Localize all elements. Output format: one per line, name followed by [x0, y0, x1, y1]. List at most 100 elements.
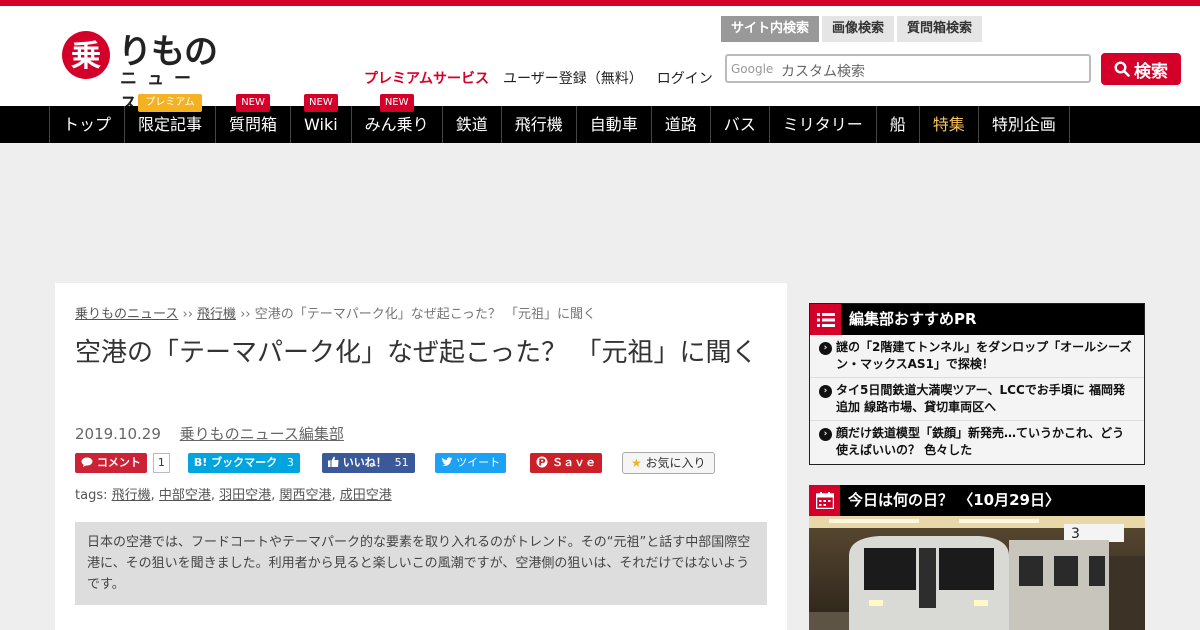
nav-special-project[interactable]: 特別企画	[979, 106, 1070, 143]
nav-label: 質問箱	[229, 115, 278, 134]
article-date: 2019.10.29	[75, 425, 161, 443]
today-header: 今日は何の日？ 〈10月29日〉	[809, 485, 1145, 516]
list-icon	[810, 304, 841, 335]
favorite-label: お気に入り	[645, 456, 706, 470]
nav-label: 特集	[932, 115, 965, 134]
nav-premium-articles[interactable]: プレミアム 限定記事	[125, 94, 217, 143]
register-link[interactable]: ユーザー登録（無料）	[503, 68, 643, 88]
tag-link[interactable]: 飛行機	[112, 488, 151, 503]
like-label: いいね！	[342, 456, 387, 469]
nav-ship[interactable]: 船	[877, 106, 920, 143]
nav-label: 特別企画	[991, 115, 1056, 134]
logo-mark-icon: 乗	[62, 31, 110, 79]
article-author[interactable]: 乗りものニュース編集部	[180, 425, 344, 443]
breadcrumb-home[interactable]: 乗りものニュース	[75, 307, 178, 322]
nav-label: 鉄道	[455, 115, 488, 134]
tag-link[interactable]: 中部空港	[159, 488, 211, 503]
pr-item[interactable]: › タイ5日間鉄道大満喫ツアー、LCCでお手頃に 福岡発追加 線路市場、貸切車両区…	[810, 378, 1144, 421]
search-icon	[1114, 61, 1130, 77]
twitter-bird-icon	[441, 457, 453, 467]
article-lead: 日本の空港では、フードコートやテーマパーク的な要素を取り入れるのがトレンド。その…	[75, 522, 767, 605]
tab-site-search[interactable]: サイト内検索	[721, 16, 820, 42]
tags-label: tags:	[75, 488, 108, 503]
tab-image-search[interactable]: 画像検索	[822, 16, 895, 42]
today-title: 今日は何の日？ 〈10月29日〉	[848, 491, 1060, 509]
comment-button[interactable]: コメント	[75, 453, 147, 473]
nav-label: みん乗り	[364, 115, 429, 134]
pr-item-text: 顔だけ鉄道模型「鉄顔」新発売…ていうかこれ、どう使えばいいの？ 色々した	[836, 426, 1125, 457]
hatena-bookmark-button[interactable]: B! ブックマーク 3	[187, 453, 300, 473]
svg-text:3: 3	[1071, 526, 1080, 542]
pr-title: 編集部おすすめPR	[849, 310, 977, 328]
nav-wiki[interactable]: NEW Wiki	[291, 94, 352, 143]
nav-min-nori[interactable]: NEW みん乗り	[352, 94, 443, 143]
nav-label: ミリタリー	[782, 115, 863, 134]
nav-military[interactable]: ミリタリー	[770, 106, 877, 143]
tag-link[interactable]: 関西空港	[279, 488, 331, 503]
speech-bubble-icon	[81, 457, 93, 467]
svg-text:乗: 乗	[71, 39, 101, 74]
site-header: 乗 りもの ニュース プレミアムサービス ユーザー登録（無料） ログイン サイト…	[0, 6, 1200, 114]
comment-label: コメント	[96, 456, 141, 469]
breadcrumb-sep: ››	[182, 307, 193, 322]
article-meta: 2019.10.29 乗りものニュース編集部	[75, 423, 344, 444]
chevron-right-icon: ›	[819, 385, 832, 398]
search-placeholder: カスタム検索	[781, 64, 865, 80]
nav-feature[interactable]: 特集	[920, 106, 979, 143]
nav-airplane[interactable]: 飛行機	[502, 106, 577, 143]
article-title: 空港の「テーマパーク化」なぜ起こった？ 「元祖」に聞く	[75, 338, 758, 368]
site-logo[interactable]: 乗 りもの ニュース	[60, 26, 225, 114]
search-input[interactable]: Google カスタム検索	[725, 54, 1091, 83]
nav-question-box[interactable]: NEW 質問箱	[216, 94, 292, 143]
svg-text:P: P	[538, 458, 545, 469]
nav-railway[interactable]: 鉄道	[443, 106, 502, 143]
pr-header: 編集部おすすめPR	[810, 304, 1144, 335]
new-badge: NEW	[379, 94, 414, 112]
favorite-button[interactable]: ★ お気に入り	[621, 452, 715, 474]
pinterest-icon: P	[536, 456, 548, 469]
search-button[interactable]: 検索	[1101, 53, 1181, 85]
hatena-count: 3	[286, 456, 294, 469]
login-link[interactable]: ログイン	[657, 68, 713, 88]
nav-label: トップ	[63, 115, 112, 134]
pr-item[interactable]: › 謎の「2階建てトンネル」をダンロップ「オールシーズン・マックスAS1」で探検！	[810, 335, 1144, 378]
breadcrumb-current: 空港の「テーマパーク化」なぜ起こった？ 「元祖」に聞く	[254, 307, 596, 322]
pr-box: 編集部おすすめPR › 謎の「2階建てトンネル」をダンロップ「オールシーズン・マッ…	[809, 303, 1145, 465]
nav-label: 自動車	[589, 115, 638, 134]
nav-road[interactable]: 道路	[652, 106, 711, 143]
search-button-label: 検索	[1134, 61, 1168, 82]
hatena-label: B! ブックマーク	[193, 456, 278, 469]
tag-link[interactable]: 成田空港	[340, 488, 392, 503]
pinterest-save-button[interactable]: P Ｓａｖｅ	[530, 453, 602, 473]
train-photo-image: 3	[809, 516, 1145, 630]
like-count: 51	[394, 456, 409, 469]
main-nav: トップ プレミアム 限定記事 NEW 質問箱 NEW Wiki NEW みん乗り 鉄道 …	[0, 94, 1200, 143]
breadcrumb-sep: ››	[240, 307, 251, 322]
breadcrumb-category[interactable]: 飛行機	[197, 307, 236, 322]
tweet-label: ツイート	[456, 456, 501, 469]
header-links: プレミアムサービス ユーザー登録（無料） ログイン	[364, 68, 713, 88]
nav-label: 船	[889, 115, 906, 134]
facebook-like-button[interactable]: いいね！ 51	[321, 453, 415, 473]
google-label: Google	[731, 62, 774, 76]
pr-item-text: タイ5日間鉄道大満喫ツアー、LCCでお手頃に 福岡発追加 線路市場、貸切車両区へ	[836, 383, 1125, 414]
today-photo[interactable]: 3	[809, 516, 1145, 630]
chevron-right-icon: ›	[819, 428, 832, 441]
today-box: 今日は何の日？ 〈10月29日〉 3	[809, 485, 1145, 630]
chevron-right-icon: ›	[819, 342, 832, 355]
tweet-button[interactable]: ツイート	[434, 453, 507, 473]
calendar-icon	[809, 485, 840, 516]
nav-label: Wiki	[304, 115, 338, 134]
pr-item-text: 謎の「2階建てトンネル」をダンロップ「オールシーズン・マックスAS1」で探検！	[836, 340, 1132, 371]
thumbs-up-icon	[327, 456, 339, 467]
nav-top[interactable]: トップ	[50, 106, 126, 143]
tab-question-search[interactable]: 質問箱検索	[897, 16, 983, 42]
nav-label: バス	[723, 115, 756, 134]
premium-service-link[interactable]: プレミアムサービス	[364, 68, 489, 88]
nav-car[interactable]: 自動車	[577, 106, 652, 143]
nav-bus[interactable]: バス	[711, 106, 770, 143]
nav-label: 限定記事	[138, 115, 203, 134]
star-icon: ★	[630, 456, 642, 470]
pr-item[interactable]: › 顔だけ鉄道模型「鉄顔」新発売…ていうかこれ、どう使えばいいの？ 色々した	[810, 421, 1144, 464]
tag-link[interactable]: 羽田空港	[219, 488, 271, 503]
